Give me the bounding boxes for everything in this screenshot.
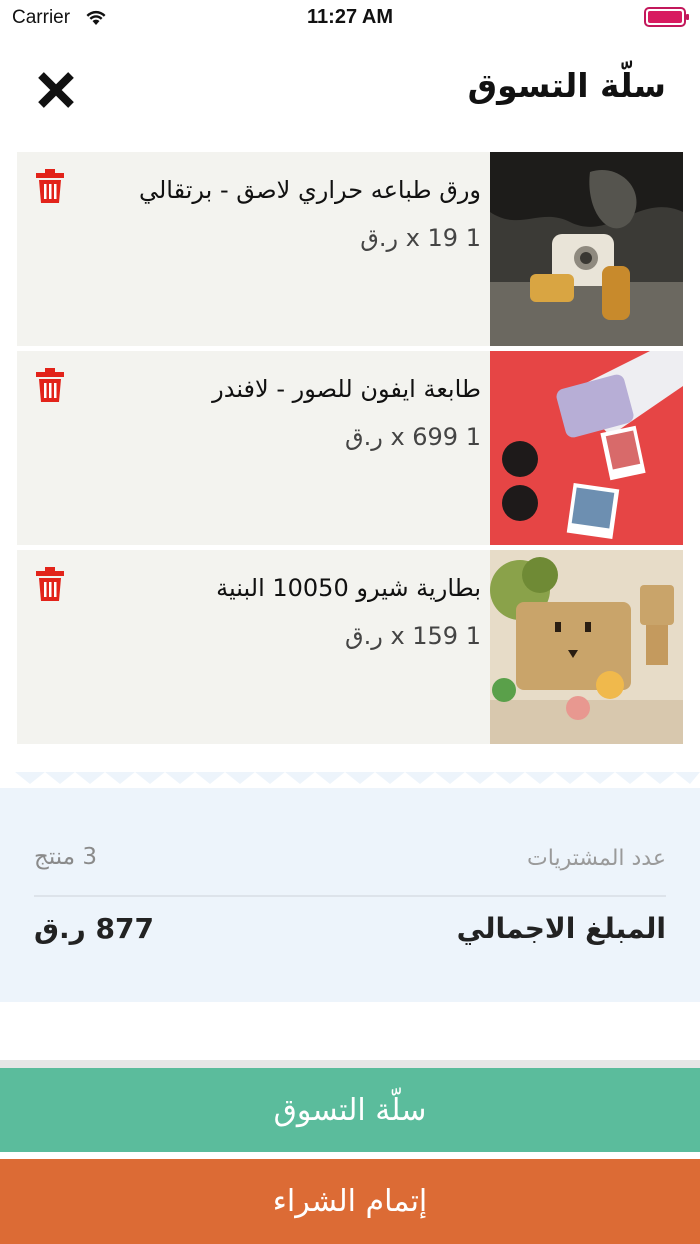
- header: سلّة التسوق: [0, 50, 700, 130]
- page-title: سلّة التسوق: [467, 66, 666, 105]
- delete-button[interactable]: [35, 367, 65, 403]
- battery-icon: [644, 7, 689, 27]
- trash-icon: [36, 567, 64, 601]
- order-summary: عدد المشتريات 3 منتج المبلغ الاجمالي 877…: [0, 772, 700, 1002]
- status-bar: Carrier 11:27 AM: [0, 0, 700, 36]
- footer-divider: [0, 1060, 700, 1068]
- items-count-value: 3 منتج: [34, 844, 97, 870]
- items-count-label: عدد المشتريات: [527, 846, 666, 871]
- total-value: 877 ر.ق: [34, 912, 154, 945]
- cart-list: ورق طباعه حراري لاصق - برتقالي 1 x 19 ر.…: [17, 152, 683, 749]
- item-quantity-price: 1 x 699 ر.ق: [344, 423, 481, 451]
- product-image: [490, 351, 683, 545]
- trash-icon: [36, 169, 64, 203]
- item-quantity-price: 1 x 19 ر.ق: [360, 224, 481, 252]
- shopping-cart-button[interactable]: سلّة التسوق: [0, 1068, 700, 1152]
- close-icon: [38, 72, 74, 108]
- close-button[interactable]: [28, 64, 84, 116]
- product-image: [490, 550, 683, 744]
- item-name: بطارية شيرو 10050 البنية: [216, 574, 481, 602]
- cart-item[interactable]: ورق طباعه حراري لاصق - برتقالي 1 x 19 ر.…: [17, 152, 683, 346]
- cart-item[interactable]: طابعة ايفون للصور - لافندر 1 x 699 ر.ق: [17, 351, 683, 545]
- zigzag-edge: [0, 772, 700, 788]
- product-image: [490, 152, 683, 346]
- divider: [34, 895, 666, 897]
- item-quantity-price: 1 x 159 ر.ق: [344, 622, 481, 650]
- delete-button[interactable]: [35, 566, 65, 602]
- total-label: المبلغ الاجمالي: [456, 912, 666, 945]
- delete-button[interactable]: [35, 168, 65, 204]
- clock: 11:27 AM: [307, 6, 393, 28]
- item-name: طابعة ايفون للصور - لافندر: [212, 375, 481, 403]
- trash-icon: [36, 368, 64, 402]
- cart-item[interactable]: بطارية شيرو 10050 البنية 1 x 159 ر.ق: [17, 550, 683, 744]
- item-name: ورق طباعه حراري لاصق - برتقالي: [138, 176, 481, 204]
- checkout-button[interactable]: إتمام الشراء: [0, 1159, 700, 1244]
